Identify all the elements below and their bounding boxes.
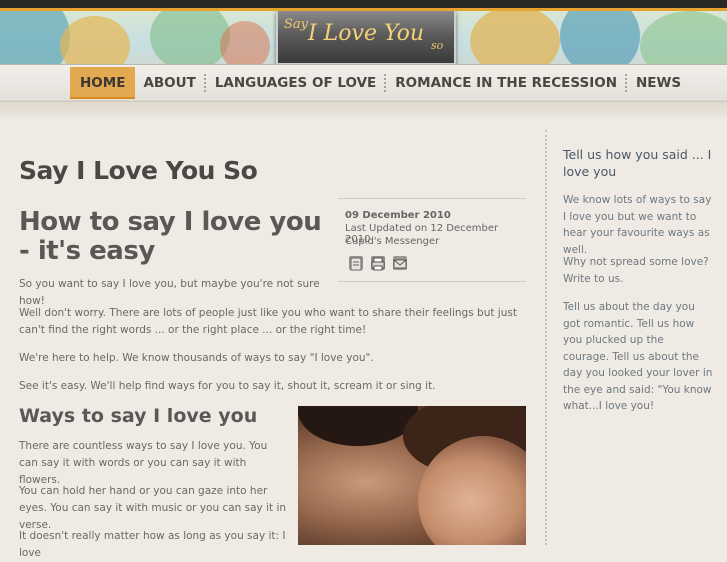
sidebar-heading: Tell us how you said ... I love you xyxy=(563,147,712,179)
nav-item-news[interactable]: NEWS xyxy=(628,67,689,99)
sidebar: Tell us how you said ... I love you We k… xyxy=(563,146,713,412)
intro-paragraph: We're here to help. We know thousands of… xyxy=(19,352,374,364)
sidebar-paragraph: Tell us about the day you got romantic. … xyxy=(563,301,713,412)
article-meta: 09 December 2010 Last Updated on 12 Dece… xyxy=(338,198,526,282)
ways-heading: Ways to say I love you xyxy=(19,405,258,427)
header-banner: Say I Love You so xyxy=(0,11,727,67)
article-author: Cupid's Messenger xyxy=(345,236,440,247)
couple-photo xyxy=(298,406,526,545)
article-actions xyxy=(349,256,407,271)
ways-paragraph: It doesn't really matter how as long as … xyxy=(19,530,286,559)
pdf-icon[interactable] xyxy=(349,256,363,271)
sidebar-paragraph: Why not spread some love? Write to us. xyxy=(563,256,709,285)
site-title[interactable]: Say I Love You So xyxy=(19,156,258,185)
site-logo[interactable]: Say I Love You so xyxy=(276,11,456,65)
nav-item-romance-in-the-recession[interactable]: ROMANCE IN THE RECESSION xyxy=(387,67,625,99)
logo-say-text: Say xyxy=(284,17,309,32)
article-title[interactable]: How to say I love you - it's easy xyxy=(19,208,329,266)
main-menu: HOME ABOUT LANGUAGES OF LOVE ROMANCE IN … xyxy=(70,67,689,99)
nav-item-languages-of-love[interactable]: LANGUAGES OF LOVE xyxy=(207,67,384,99)
intro-paragraph: Well don't worry. There are lots of peop… xyxy=(19,307,517,336)
logo-so-text: so xyxy=(431,39,444,52)
sidebar-divider xyxy=(545,130,547,545)
main-content: Say I Love You So How to say I love you … xyxy=(0,120,540,559)
nav-item-about[interactable]: ABOUT xyxy=(135,67,203,99)
nav-item-home[interactable]: HOME xyxy=(70,67,136,99)
sidebar-paragraph: We know lots of ways to say I love you b… xyxy=(563,194,712,256)
article-date: 09 December 2010 xyxy=(345,210,451,221)
email-icon[interactable] xyxy=(393,256,407,270)
intro-paragraph: See it's easy. We'll help find ways for … xyxy=(19,380,436,392)
ways-paragraph: You can hold her hand or you can gaze in… xyxy=(19,485,287,531)
main-navigation-bar: HOME ABOUT LANGUAGES OF LOVE ROMANCE IN … xyxy=(0,64,727,102)
logo-main-text: I Love You xyxy=(308,21,425,46)
nav-shadow-strip xyxy=(0,100,727,118)
ways-paragraph: There are countless ways to say I love y… xyxy=(19,440,268,486)
print-icon[interactable] xyxy=(371,256,385,271)
